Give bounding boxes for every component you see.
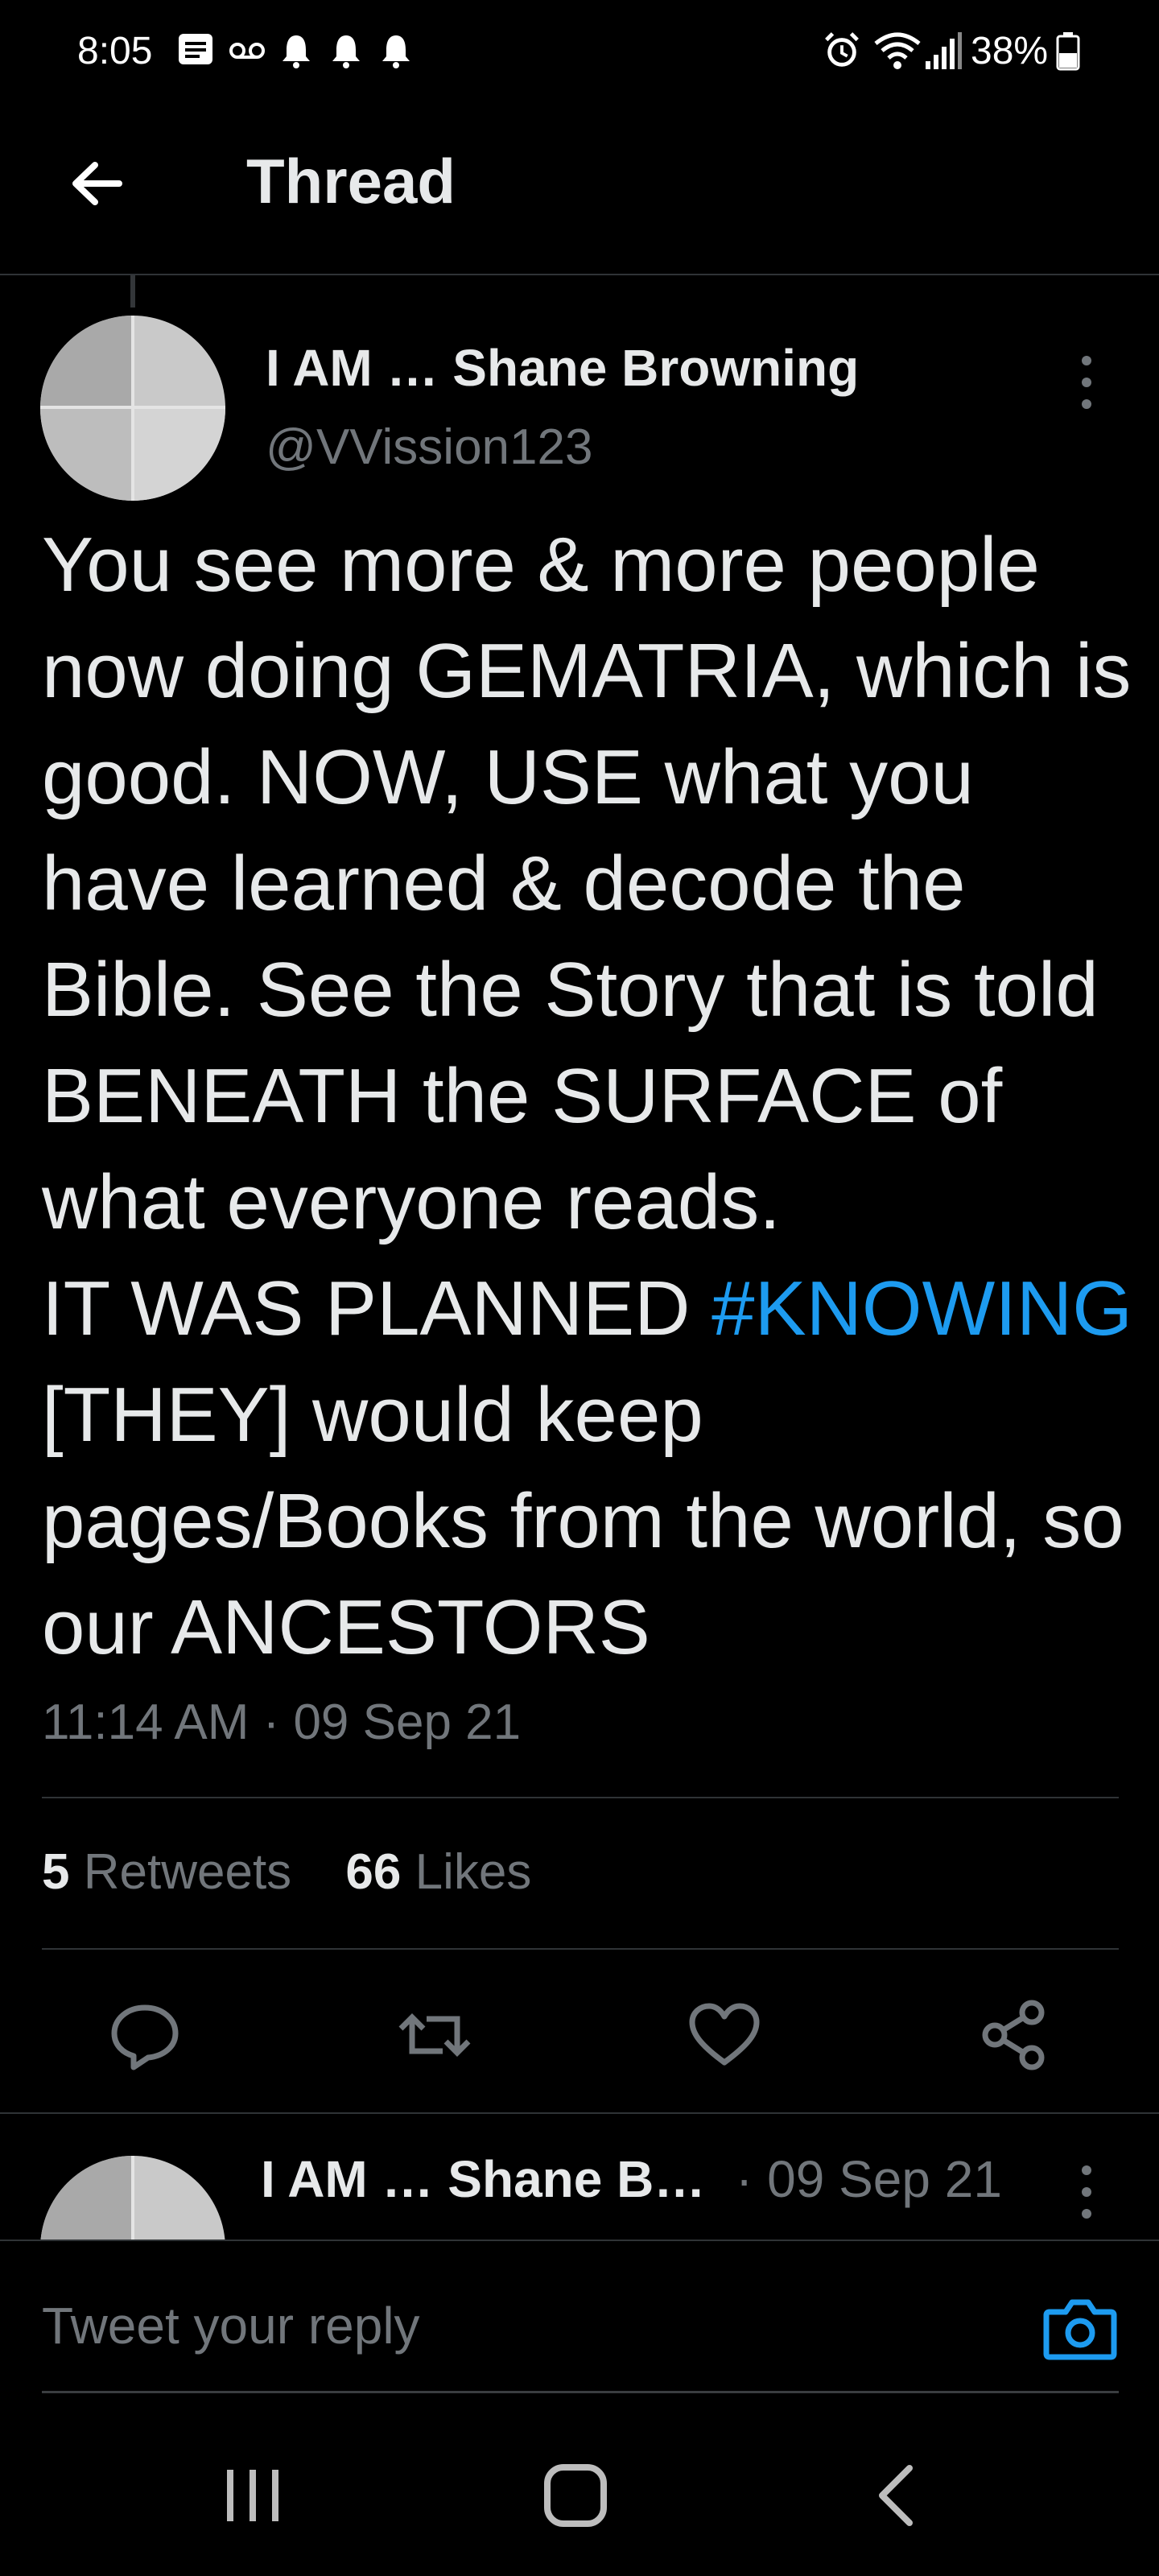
reply-author-name[interactable]: I AM … Shane B… bbox=[261, 2149, 705, 2209]
signal-icon bbox=[926, 32, 962, 69]
divider bbox=[0, 2112, 1159, 2114]
status-bar: 8:05 38% bbox=[0, 0, 1159, 105]
retweets-stat[interactable]: 5 Retweets bbox=[42, 1844, 291, 1900]
battery-percent: 38% bbox=[971, 30, 1049, 72]
retweet-icon[interactable] bbox=[394, 1995, 475, 2075]
reply-date[interactable]: · 09 Sep 21 bbox=[736, 2149, 1002, 2209]
tweet-stats: 5 Retweets 66 Likes bbox=[42, 1843, 531, 1901]
retweets-count: 5 bbox=[42, 1844, 70, 1900]
divider bbox=[42, 1948, 1119, 1950]
more-options-icon[interactable] bbox=[1070, 2156, 1103, 2228]
alarm-icon bbox=[825, 32, 859, 67]
bell-icon bbox=[332, 35, 360, 68]
camera-icon[interactable] bbox=[1038, 2286, 1122, 2370]
more-options-icon[interactable] bbox=[1070, 346, 1103, 419]
like-icon[interactable] bbox=[684, 1995, 765, 2075]
divider bbox=[42, 2391, 1119, 2393]
share-icon[interactable] bbox=[974, 1995, 1054, 2075]
home-icon[interactable] bbox=[531, 2455, 620, 2536]
retweets-label: Retweets bbox=[83, 1844, 292, 1900]
tweet-text-part: You see more & more people now doing GEM… bbox=[42, 522, 1132, 1352]
tweet-timestamp[interactable]: 11:14 AM · 09 Sep 21 bbox=[42, 1694, 521, 1751]
avatar[interactable] bbox=[40, 316, 225, 501]
divider bbox=[42, 1797, 1119, 1798]
back-nav-icon[interactable] bbox=[853, 2455, 942, 2536]
reply-input[interactable]: Tweet your reply bbox=[42, 2296, 420, 2355]
author-handle[interactable]: @VVission123 bbox=[266, 419, 592, 476]
battery-icon bbox=[1056, 32, 1080, 71]
reply-icon[interactable] bbox=[105, 1995, 185, 2075]
status-time: 8:05 bbox=[77, 30, 153, 72]
author-name[interactable]: I AM … Shane Browning bbox=[266, 338, 859, 398]
page-title: Thread bbox=[246, 146, 456, 217]
likes-label: Likes bbox=[415, 1844, 532, 1900]
hashtag-link[interactable]: #KNOWING bbox=[711, 1265, 1132, 1352]
recent-apps-icon[interactable] bbox=[209, 2455, 298, 2536]
message-icon bbox=[179, 34, 212, 64]
tweet-text: You see more & more people now doing GEM… bbox=[42, 512, 1136, 1681]
thread-connector bbox=[130, 275, 135, 308]
back-arrow-icon[interactable] bbox=[63, 149, 132, 218]
top-app-bar bbox=[0, 105, 1159, 275]
likes-stat[interactable]: 66 Likes bbox=[345, 1844, 531, 1900]
likes-count: 66 bbox=[345, 1844, 402, 1900]
bell-icon bbox=[283, 35, 310, 68]
bell-icon bbox=[382, 35, 410, 68]
voicemail-icon bbox=[229, 43, 265, 59]
wifi-icon bbox=[874, 32, 921, 69]
